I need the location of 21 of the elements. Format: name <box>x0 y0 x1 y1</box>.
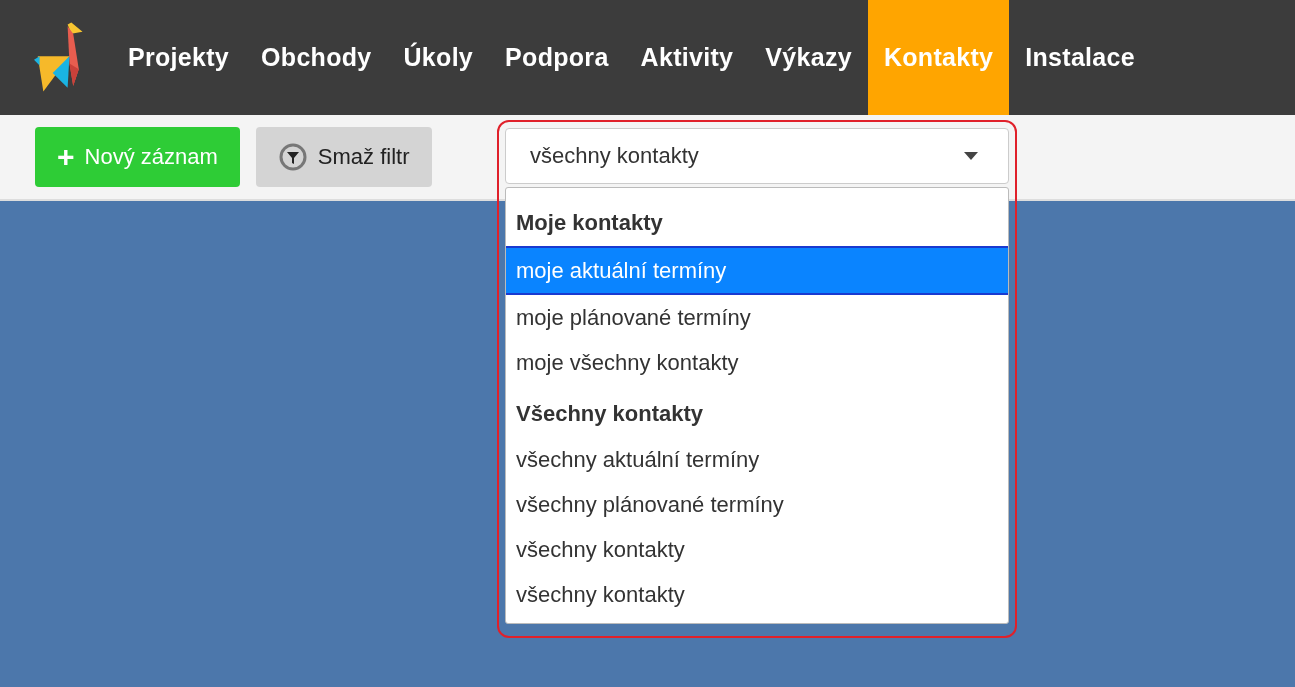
nav-tab[interactable]: Projekty <box>112 0 246 115</box>
filter-icon <box>277 142 308 172</box>
dropdown-option[interactable]: všechny kontakty <box>506 572 1008 617</box>
nav-tab[interactable]: Aktivity <box>624 0 750 115</box>
caret-icon <box>964 152 978 160</box>
dropdown-option[interactable]: všechny plánované termíny <box>506 482 1008 527</box>
nav-tab[interactable]: Instalace <box>1009 0 1151 115</box>
dropdown-option[interactable]: moje aktuální termíny <box>506 246 1008 295</box>
nav-tab[interactable]: Obchody <box>245 0 388 115</box>
dropdown-option[interactable]: moje plánované termíny <box>506 295 1008 340</box>
dropdown-option[interactable]: moje všechny kontakty <box>506 340 1008 385</box>
plus-icon: + <box>57 140 75 174</box>
nav-tab[interactable]: Výkazy <box>749 0 868 115</box>
dropdown-option[interactable]: všechny aktuální termíny <box>506 437 1008 482</box>
group-header: Všechny kontakty <box>515 400 705 428</box>
group-header: Moje kontakty <box>515 209 664 237</box>
nav-tab[interactable]: Úkoly <box>387 0 490 115</box>
filter-select[interactable]: všechny kontakty <box>505 128 1009 184</box>
nav-tab[interactable]: Podpora <box>489 0 625 115</box>
clear-filter-button[interactable]: Smaž filtr <box>255 127 432 187</box>
dropdown-option[interactable]: všechny kontakty <box>506 527 1008 572</box>
